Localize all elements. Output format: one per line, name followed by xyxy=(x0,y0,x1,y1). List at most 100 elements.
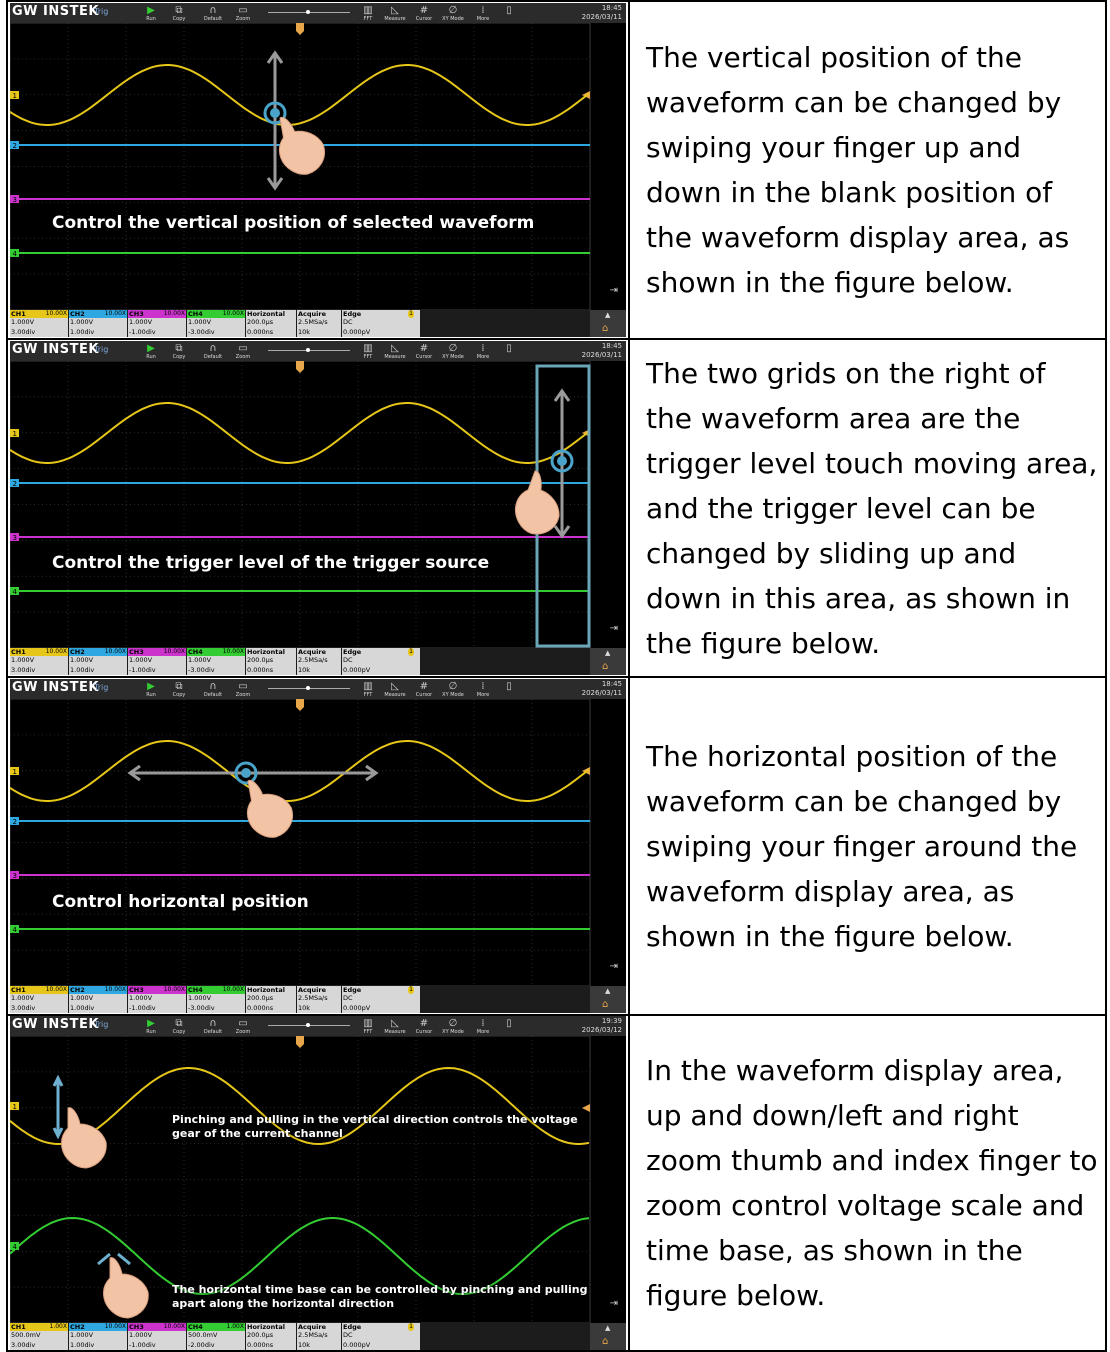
storage-icon[interactable]: ▯ xyxy=(496,681,522,697)
cursor-button[interactable]: # Cursor xyxy=(411,681,437,698)
more-button[interactable]: ⁞ More xyxy=(470,5,496,22)
fft-button[interactable]: ▥ FFT xyxy=(355,1018,381,1035)
run-button[interactable]: ▶ Run xyxy=(138,5,164,22)
exit-icon[interactable]: ⇥ xyxy=(610,1298,618,1309)
cursor-button[interactable]: # Cursor xyxy=(411,343,437,360)
timeline-slider[interactable] xyxy=(268,10,350,14)
xy-mode-button[interactable]: ∅ XY Mode xyxy=(440,5,466,22)
ch1-status[interactable]: CH1 10.00X 1.000V 3.00div xyxy=(10,986,68,1013)
run-button[interactable]: ▶ Run xyxy=(138,1018,164,1035)
xy-mode-button[interactable]: ∅ XY Mode xyxy=(440,343,466,360)
xy-mode-button[interactable]: ∅ XY Mode xyxy=(440,681,466,698)
trig-status[interactable]: Trig xyxy=(94,683,108,692)
waveform-area[interactable]: 1 2 3 4 xyxy=(10,699,626,986)
ch1-scale: 1.000V xyxy=(10,994,68,1004)
zoom-icon: ▭ xyxy=(238,343,248,354)
ch4-status[interactable]: CH4 10.00X 1.000V -3.00div xyxy=(187,986,245,1013)
timeline-handle[interactable] xyxy=(306,348,310,352)
menu-toggle[interactable]: ▲ ⌂ xyxy=(590,1323,626,1350)
acquire-label: Acquire xyxy=(297,310,341,318)
more-button[interactable]: ⁞ More xyxy=(470,343,496,360)
timeline-slider[interactable] xyxy=(268,686,350,690)
image-cell: GW INSTEK Trig ▶ Run ⧉ Copy ∩ Default ▭ Zoom… xyxy=(6,338,630,678)
measure-button[interactable]: ◺ Measure xyxy=(382,343,408,360)
horizontal-status[interactable]: Horizontal 200.0μs 0.000ns xyxy=(246,986,296,1013)
default-button[interactable]: ∩ Default xyxy=(200,343,226,360)
ch2-status[interactable]: CH2 10.00X 1.000V 1.00div xyxy=(69,310,127,337)
ch4-status[interactable]: CH4 10.00X 1.000V -3.00div xyxy=(187,310,245,337)
copy-button[interactable]: ⧉ Copy xyxy=(166,1018,192,1035)
cursor-button[interactable]: # Cursor xyxy=(411,5,437,22)
ch4-status[interactable]: CH4 1.00X 500.0mV -2.00div xyxy=(187,1323,245,1350)
measure-button[interactable]: ◺ Measure xyxy=(382,5,408,22)
more-button[interactable]: ⁞ More xyxy=(470,1018,496,1035)
default-button[interactable]: ∩ Default xyxy=(200,1018,226,1035)
storage-icon[interactable]: ▯ xyxy=(496,5,522,21)
menu-toggle[interactable]: ▲ ⌂ xyxy=(590,648,626,675)
timeline-handle[interactable] xyxy=(306,10,310,14)
more-button[interactable]: ⁞ More xyxy=(470,681,496,698)
trigger-status[interactable]: Edge 1 DC 0.000pV xyxy=(342,1323,420,1350)
menu-toggle[interactable]: ▲ ⌂ xyxy=(590,986,626,1013)
ch2-status[interactable]: CH2 10.00X 1.000V 1.00div xyxy=(69,986,127,1013)
horizontal-status[interactable]: Horizontal 200.0μs 0.000ns xyxy=(246,648,296,675)
zoom-button[interactable]: ▭ Zoom xyxy=(230,343,256,360)
exit-icon[interactable]: ⇥ xyxy=(610,961,618,972)
fft-button[interactable]: ▥ FFT xyxy=(355,5,381,22)
storage-icon[interactable]: ▯ xyxy=(496,1018,522,1034)
trigger-status[interactable]: Edge 1 DC 0.000pV xyxy=(342,648,420,675)
fft-button[interactable]: ▥ FFT xyxy=(355,681,381,698)
timeline-slider[interactable] xyxy=(268,1023,350,1027)
ch3-probe: 10.00X xyxy=(162,310,186,318)
timeline-handle[interactable] xyxy=(306,686,310,690)
xy-mode-button[interactable]: ∅ XY Mode xyxy=(440,1018,466,1035)
measure-button[interactable]: ◺ Measure xyxy=(382,1018,408,1035)
ch2-status[interactable]: CH2 10.00X 1.000V 1.00div xyxy=(69,648,127,675)
menu-toggle[interactable]: ▲ ⌂ xyxy=(590,310,626,337)
copy-button[interactable]: ⧉ Copy xyxy=(166,681,192,698)
default-button[interactable]: ∩ Default xyxy=(200,5,226,22)
acquire-status[interactable]: Acquire 2.5MSa/s 10k xyxy=(297,1323,341,1350)
acquire-status[interactable]: Acquire 2.5MSa/s 10k xyxy=(297,648,341,675)
measure-button[interactable]: ◺ Measure xyxy=(382,681,408,698)
cursor-button[interactable]: # Cursor xyxy=(411,1018,437,1035)
acquire-status[interactable]: Acquire 2.5MSa/s 10k xyxy=(297,986,341,1013)
zoom-button[interactable]: ▭ Zoom xyxy=(230,1018,256,1035)
timeline-slider[interactable] xyxy=(268,348,350,352)
trig-status[interactable]: Trig xyxy=(94,1020,108,1029)
trigger-status[interactable]: Edge 1 DC 0.000pV xyxy=(342,986,420,1013)
copy-button[interactable]: ⧉ Copy xyxy=(166,343,192,360)
fft-button[interactable]: ▥ FFT xyxy=(355,343,381,360)
waveform-area[interactable]: 1 2 3 4 xyxy=(10,23,626,310)
ch3-status[interactable]: CH3 10.00X 1.000V -1.00div xyxy=(128,986,186,1013)
exit-icon[interactable]: ⇥ xyxy=(610,285,618,296)
zoom-button[interactable]: ▭ Zoom xyxy=(230,681,256,698)
ch2-scale: 1.000V xyxy=(69,656,127,666)
exit-icon[interactable]: ⇥ xyxy=(610,623,618,634)
horizontal-status[interactable]: Horizontal 200.0μs 0.000ns xyxy=(246,1323,296,1350)
timeline-handle[interactable] xyxy=(306,1023,310,1027)
storage-icon[interactable]: ▯ xyxy=(496,343,522,359)
ch3-status[interactable]: CH3 10.00X 1.000V -1.00div xyxy=(128,310,186,337)
copy-button[interactable]: ⧉ Copy xyxy=(166,5,192,22)
trigger-status[interactable]: Edge 1 DC 0.000pV xyxy=(342,310,420,337)
ch2-status[interactable]: CH2 10.00X 1.000V 1.00div xyxy=(69,1323,127,1350)
ch1-status[interactable]: CH1 10.00X 1.000V 3.00div xyxy=(10,310,68,337)
run-button[interactable]: ▶ Run xyxy=(138,681,164,698)
waveform-area[interactable]: 1 2 3 4 xyxy=(10,361,626,648)
trig-status[interactable]: Trig xyxy=(94,345,108,354)
ch1-status[interactable]: CH1 1.00X 500.0mV 3.00div xyxy=(10,1323,68,1350)
default-icon: ∩ xyxy=(209,681,217,692)
play-icon: ▶ xyxy=(147,5,155,16)
default-button[interactable]: ∩ Default xyxy=(200,681,226,698)
acquire-status[interactable]: Acquire 2.5MSa/s 10k xyxy=(297,310,341,337)
run-button[interactable]: ▶ Run xyxy=(138,343,164,360)
ch4-status[interactable]: CH4 10.00X 1.000V -3.00div xyxy=(187,648,245,675)
ch1-status[interactable]: CH1 10.00X 1.000V 3.00div xyxy=(10,648,68,675)
trig-status[interactable]: Trig xyxy=(94,7,108,16)
ch3-status[interactable]: CH3 10.00X 1.000V -1.00div xyxy=(128,1323,186,1350)
waveform-area[interactable]: 14 xyxy=(10,1036,626,1323)
zoom-button[interactable]: ▭ Zoom xyxy=(230,5,256,22)
ch3-status[interactable]: CH3 10.00X 1.000V -1.00div xyxy=(128,648,186,675)
horizontal-status[interactable]: Horizontal 200.0μs 0.000ns xyxy=(246,310,296,337)
